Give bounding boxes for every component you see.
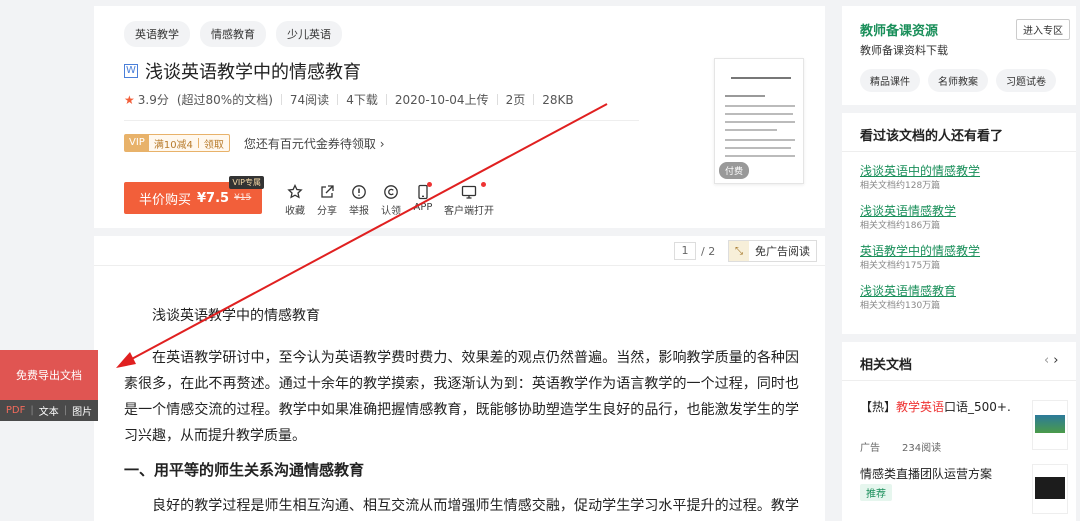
export-formats: PDF | 文本 | 图片 (0, 400, 98, 421)
related-count: 相关文档约130万篇 (860, 301, 941, 311)
doc-tags: 英语教学 情感教育 少儿英语 (124, 21, 342, 47)
coupon-link[interactable]: 您还有百元代金券待领取 › (244, 135, 385, 152)
read-count: 74阅读 (289, 93, 330, 107)
report-icon (352, 185, 366, 199)
adfree-label: 免广告阅读 (755, 245, 810, 258)
paid-badge: 付费 (719, 162, 750, 179)
doc-actions: 收藏 分享 举报 认领 APP 客户端打开 (284, 182, 494, 217)
old-price: ¥15 (234, 193, 252, 203)
doc-tag[interactable]: 少儿英语 (276, 21, 342, 47)
file-size: 28KB (542, 92, 574, 107)
chevron-right-icon[interactable]: › (1053, 353, 1058, 368)
document-header: 英语教学 情感教育 少儿英语 W 浅谈英语教学中的情感教育 ★ 3.9分 (超过… (94, 6, 825, 228)
viewer-toolbar: 1 / 2 ⤡ 免广告阅读 (94, 236, 825, 266)
vip-only-badge: VIP专属 (229, 176, 264, 189)
copyright-icon (384, 185, 398, 199)
share-icon (321, 185, 334, 198)
related-doc-link[interactable]: 情感类直播团队运营方案 (860, 465, 992, 482)
title-row: W 浅谈英语教学中的情感教育 (124, 58, 361, 84)
doc-thumbnail[interactable]: 付费 (714, 58, 804, 184)
adfree-reading-button[interactable]: ⤡ 免广告阅读 (728, 240, 817, 262)
content-heading: 浅谈英语教学中的情感教育 (152, 308, 320, 324)
related-count: 相关文档约186万篇 (860, 221, 941, 231)
doc-tag[interactable]: 情感教育 (200, 21, 266, 47)
report-button[interactable]: 举报 (348, 184, 370, 217)
document-content: 浅谈英语教学中的情感教育 在英语教学研讨中，至今认为英语教学费时费力、效果差的观… (124, 303, 799, 521)
word-file-icon: W (124, 64, 138, 78)
monitor-icon (461, 185, 477, 199)
notification-dot (481, 182, 486, 187)
resource-tag[interactable]: 精品课件 (860, 69, 920, 92)
list-item: 浅谈英语情感教学 相关文档约186万篇 (860, 203, 980, 233)
teacher-resources-card: 教师备课资源 教师备课资料下载 进入专区 精品课件 名师教案 习题试卷 (842, 6, 1076, 105)
rating-note: (超过80%的文档) (176, 93, 273, 107)
ad-meta: 广告 234阅读 (860, 439, 941, 454)
claim-button[interactable]: 认领 (380, 184, 402, 217)
related-doc-thumbnail[interactable] (1032, 400, 1068, 450)
vip-coupon-row: VIP 满10减4 领取 您还有百元代金券待领取 › (124, 134, 385, 152)
current-page-input[interactable]: 1 (674, 242, 696, 260)
content-paragraph: 在英语教学研讨中，至今认为英语教学费时费力、效果差的观点仍然普遍。当然，影响教学… (124, 350, 799, 444)
list-item: 英语教学中的情感教学 相关文档约175万篇 (860, 243, 980, 273)
resources-subtitle: 教师备课资料下载 (860, 44, 948, 57)
also-viewed-link[interactable]: 英语教学中的情感教学 (860, 243, 980, 259)
enter-zone-button[interactable]: 进入专区 (1016, 19, 1070, 40)
page-indicator: 1 / 2 (674, 242, 715, 260)
also-viewed-list: 浅谈英语中的情感教学 相关文档约128万篇 浅谈英语情感教学 相关文档约186万… (860, 163, 980, 323)
free-export-button[interactable]: 免费导出文档 (0, 350, 98, 400)
related-nav: ‹ › (1044, 353, 1058, 368)
related-count: 相关文档约175万篇 (860, 261, 941, 271)
related-doc-thumbnail[interactable] (1032, 464, 1068, 514)
related-doc-link[interactable]: 【热】教学英语口语_500+.. (860, 398, 1010, 415)
export-image[interactable]: 图片 (72, 403, 92, 418)
related-docs-card: 相关文档 ‹ › 【热】教学英语口语_500+.. 广告 234阅读 情感类直播团队… (842, 342, 1076, 521)
also-viewed-card: 看过该文档的人还有看了 浅谈英语中的情感教学 相关文档约128万篇 浅谈英语情感… (842, 113, 1076, 334)
vip-badge: VIP (125, 135, 149, 151)
download-count: 4下载 (346, 93, 378, 107)
export-pdf[interactable]: PDF (6, 405, 25, 416)
vip-coupon[interactable]: VIP 满10减4 领取 (124, 134, 230, 152)
related-docs-title: 相关文档 (860, 358, 913, 373)
doc-meta: ★ 3.9分 (超过80%的文档) 74阅读 4下载 2020-10-04上传 … (124, 91, 574, 108)
favorite-button[interactable]: 收藏 (284, 184, 306, 217)
buy-label: 半价购买 (139, 192, 192, 208)
vip-offer: 满10减4 (153, 139, 193, 151)
notification-dot (427, 182, 432, 187)
resources-title[interactable]: 教师备课资源 (860, 20, 938, 39)
list-item: 浅谈英语中的情感教学 相关文档约128万篇 (860, 163, 980, 193)
content-paragraph: 良好的教学过程是师生相互沟通、相互交流从而增强师生情感交融，促动学生学习水平提升… (152, 498, 799, 514)
document-viewer: 1 / 2 ⤡ 免广告阅读 浅谈英语教学中的情感教育 在英语教学研讨中，至今认为… (94, 236, 825, 521)
resource-tag[interactable]: 习题试卷 (996, 69, 1056, 92)
rating-star-icon: ★ (124, 92, 135, 107)
export-text[interactable]: 文本 (39, 403, 59, 418)
app-button[interactable]: APP (412, 182, 434, 217)
content-section-heading: 一、用平等的师生关系沟通情感教育 (124, 461, 365, 479)
page-count: 2页 (505, 93, 526, 107)
page-title: 浅谈英语教学中的情感教育 (145, 62, 361, 83)
also-viewed-link[interactable]: 浅谈英语情感教育 (860, 283, 980, 299)
resources-tags: 精品课件 名师教案 习题试卷 (860, 69, 1056, 92)
vip-claim[interactable]: 领取 (199, 136, 229, 151)
buy-price: ¥7.5 (197, 190, 230, 206)
half-price-buy-button[interactable]: 半价购买 ¥7.5 ¥15 VIP专属 (124, 176, 264, 214)
list-item: 浅谈英语情感教育 相关文档约130万篇 (860, 283, 980, 313)
also-viewed-title: 看过该文档的人还有看了 (860, 129, 1004, 144)
upload-date: 2020-10-04上传 (394, 93, 489, 107)
recommend-badge: 推荐 (860, 484, 892, 501)
expand-icon: ⤡ (729, 241, 749, 261)
also-viewed-link[interactable]: 浅谈英语中的情感教学 (860, 163, 980, 179)
ad-label: 广告 (860, 443, 880, 454)
chevron-left-icon[interactable]: ‹ (1044, 353, 1049, 368)
total-pages: / 2 (701, 244, 716, 258)
client-open-button[interactable]: 客户端打开 (444, 182, 494, 217)
share-button[interactable]: 分享 (316, 184, 338, 217)
related-count: 相关文档约128万篇 (860, 181, 941, 191)
doc-tag[interactable]: 英语教学 (124, 21, 190, 47)
rating-score: 3.9分 (137, 93, 169, 107)
export-widget: 免费导出文档 PDF | 文本 | 图片 (0, 350, 98, 421)
resource-tag[interactable]: 名师教案 (928, 69, 988, 92)
star-icon (287, 184, 303, 199)
also-viewed-link[interactable]: 浅谈英语情感教学 (860, 203, 980, 219)
ad-reads: 234阅读 (902, 443, 942, 454)
